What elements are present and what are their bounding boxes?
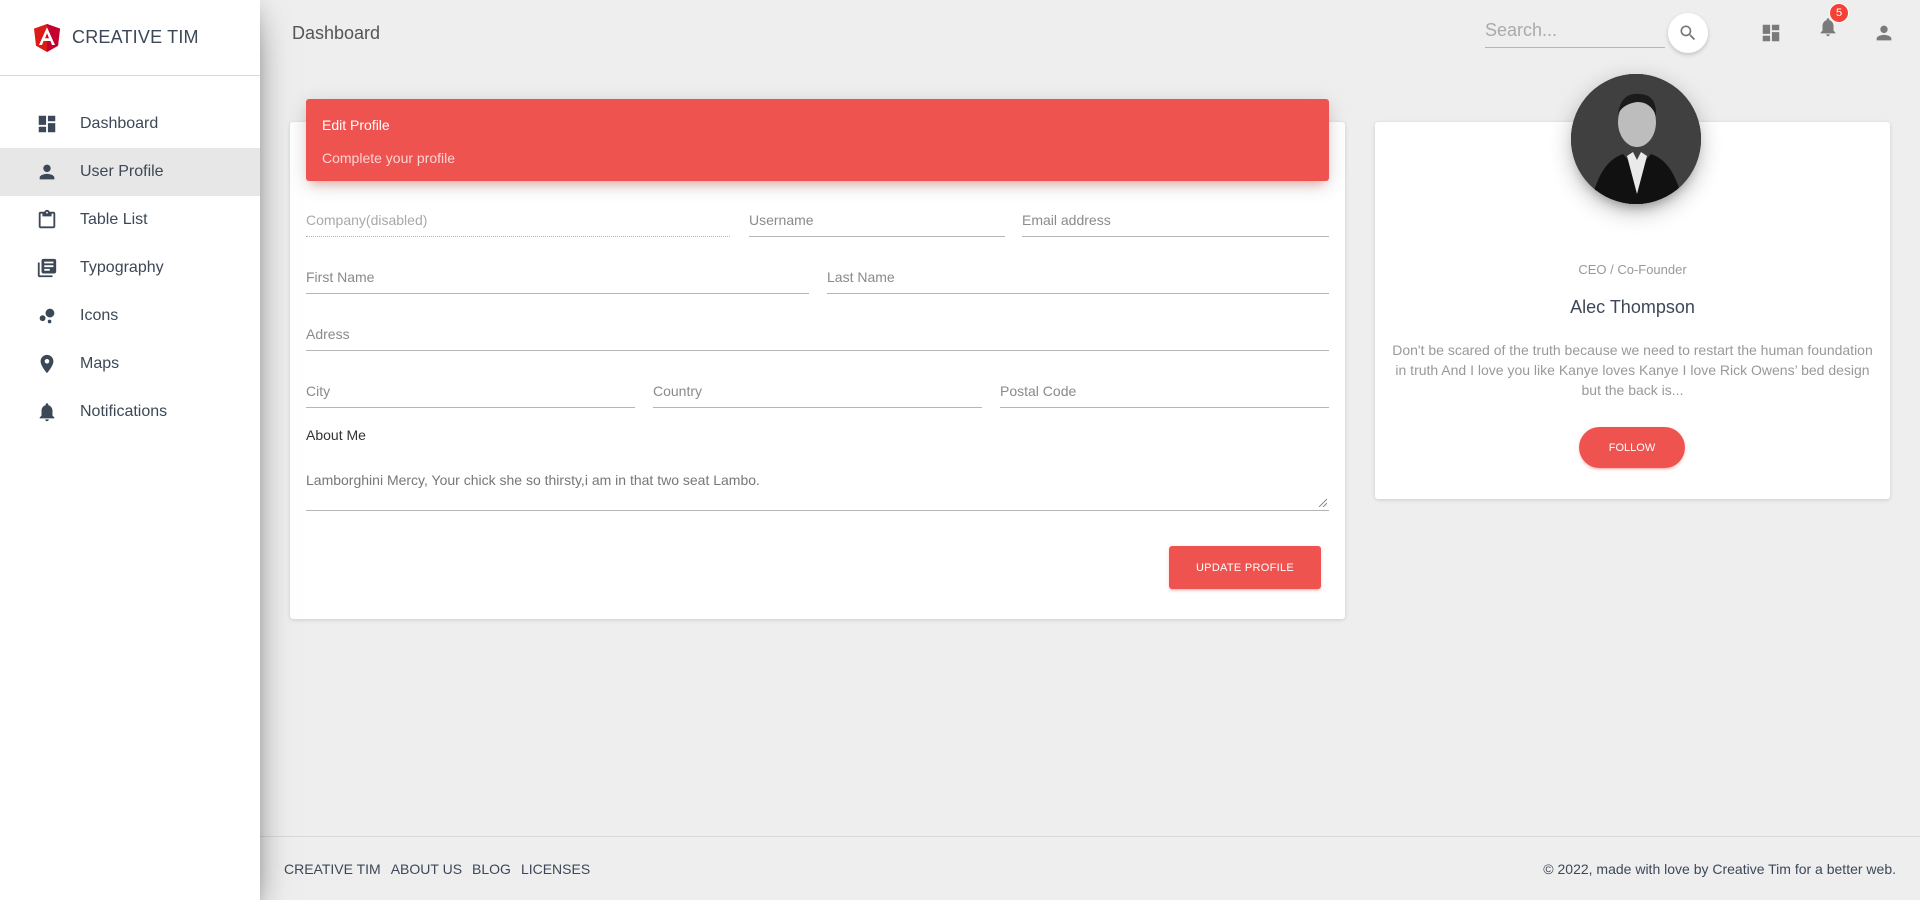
profile-role: CEO / Co-Founder (1578, 262, 1687, 277)
library-books-icon (36, 257, 58, 279)
sidebar: CREATIVE TIM Dashboard User Profile Tabl… (0, 0, 260, 900)
sidebar-item-user-profile[interactable]: User Profile (0, 148, 260, 196)
profile-description: Don't be scared of the truth because we … (1392, 342, 1873, 398)
email-input[interactable] (1022, 207, 1329, 233)
sidebar-item-label: Maps (80, 355, 120, 372)
sidebar-item-icons[interactable]: Icons (0, 292, 260, 340)
sidebar-item-label: Typography (80, 259, 164, 276)
dashboard-shortcut-button[interactable] (1759, 21, 1783, 45)
first-name-field (306, 258, 809, 294)
notification-count-badge: 5 (1829, 3, 1849, 23)
resize-handle-icon[interactable] (1318, 498, 1327, 507)
sidebar-item-label: Dashboard (80, 115, 159, 132)
person-icon (1876, 25, 1892, 41)
sidebar-item-label: Table List (80, 211, 148, 228)
person-icon (36, 161, 58, 183)
postal-code-input[interactable] (1000, 378, 1329, 404)
copyright-text: © 2022, made with love by Creative Tim f… (1543, 861, 1896, 877)
company-input (306, 207, 730, 233)
bubble-chart-icon (36, 305, 58, 327)
footer-link-blog[interactable]: BLOG (472, 861, 511, 877)
postal-code-field (1000, 372, 1329, 408)
email-field (1022, 201, 1329, 237)
angular-logo-icon (34, 23, 60, 52)
first-name-input[interactable] (306, 264, 809, 290)
address-input[interactable] (306, 321, 1329, 347)
sidebar-item-table-list[interactable]: Table List (0, 196, 260, 244)
avatar-photo (1571, 74, 1701, 204)
update-profile-button[interactable]: UPDATE PROFILE (1169, 546, 1321, 589)
footer-link-creative-tim[interactable]: CREATIVE TIM (284, 861, 381, 877)
company-field (306, 201, 730, 237)
search-icon (1680, 25, 1696, 41)
sidebar-item-label: User Profile (80, 163, 164, 180)
user-account-button[interactable] (1872, 21, 1896, 45)
edit-profile-card (290, 122, 1345, 619)
dashboard-icon (36, 113, 58, 135)
sidebar-item-typography[interactable]: Typography (0, 244, 260, 292)
footer-links: CREATIVE TIM ABOUT US BLOG LICENSES (284, 861, 590, 877)
username-field (749, 201, 1005, 237)
footer: CREATIVE TIM ABOUT US BLOG LICENSES © 20… (260, 836, 1920, 900)
footer-link-about-us[interactable]: ABOUT US (391, 861, 462, 877)
avatar[interactable] (1571, 74, 1701, 204)
search-field (1485, 14, 1665, 48)
city-input[interactable] (306, 378, 635, 404)
last-name-field (827, 258, 1329, 294)
brand[interactable]: CREATIVE TIM (0, 0, 260, 76)
about-me-field: Lamborghini Mercy, Your chick she so thi… (306, 458, 1329, 511)
country-field (653, 372, 982, 408)
brand-name: CREATIVE TIM (72, 27, 199, 47)
clipboard-icon (36, 209, 58, 231)
sidebar-item-notifications[interactable]: Notifications (0, 388, 260, 436)
last-name-input[interactable] (827, 264, 1329, 290)
card-subtitle: Complete your profile (322, 150, 456, 166)
username-input[interactable] (749, 207, 1005, 233)
country-input[interactable] (653, 378, 982, 404)
search-input[interactable] (1485, 14, 1665, 46)
address-field (306, 315, 1329, 351)
edit-profile-card-header: Edit Profile Complete your profile (306, 99, 1329, 181)
follow-button[interactable]: FOLLOW (1579, 427, 1685, 468)
card-title: Edit Profile (322, 117, 390, 133)
sidebar-nav: Dashboard User Profile Table List Typogr… (0, 100, 260, 436)
about-me-label: About Me (306, 427, 366, 443)
search-button[interactable] (1668, 13, 1708, 53)
sidebar-item-label: Notifications (80, 403, 168, 420)
sidebar-item-dashboard[interactable]: Dashboard (0, 100, 260, 148)
profile-name: Alec Thompson (1570, 297, 1695, 317)
city-field (306, 372, 635, 408)
page-title: Dashboard (292, 23, 381, 43)
sidebar-item-label: Icons (80, 307, 119, 324)
bell-icon (36, 401, 58, 423)
footer-link-licenses[interactable]: LICENSES (521, 861, 590, 877)
about-me-textarea[interactable]: Lamborghini Mercy, Your chick she so thi… (306, 458, 1329, 508)
location-pin-icon (36, 353, 58, 375)
dashboard-icon (1762, 24, 1780, 42)
sidebar-item-maps[interactable]: Maps (0, 340, 260, 388)
